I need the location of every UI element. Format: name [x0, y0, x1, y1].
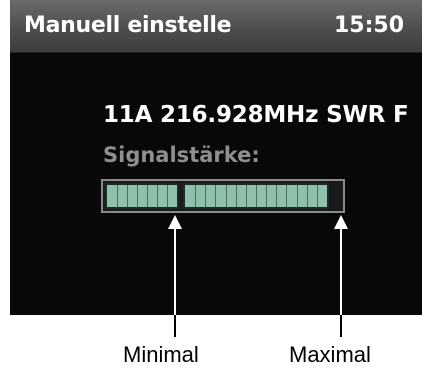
- signal-bar-cell-divider: [167, 185, 168, 207]
- clock: 15:50: [333, 13, 404, 38]
- max-arrow-head: [334, 215, 348, 229]
- signal-strength-bar: [101, 179, 345, 213]
- status-bar: Manuell einstelle 15:50: [10, 0, 422, 53]
- signal-bar-cell-divider: [236, 185, 237, 207]
- signal-bar-cell-divider: [157, 185, 158, 207]
- station-info: 11A 216.928MHz SWR F: [103, 102, 409, 128]
- signal-bar-level-segment: [183, 183, 329, 209]
- signal-bar-cell-divider: [195, 185, 196, 207]
- screen-title: Manuell einstelle: [24, 13, 232, 38]
- signal-bar-cell-divider: [317, 185, 318, 207]
- signal-bar-cell-divider: [246, 185, 247, 207]
- signal-bar-cell-divider: [215, 185, 216, 207]
- signal-bar-cell-divider: [276, 185, 277, 207]
- signal-bar-cell-divider: [127, 185, 128, 207]
- min-arrow-tail: [174, 315, 176, 337]
- signal-bar-cell-divider: [256, 185, 257, 207]
- signal-bar-min-segment: [105, 183, 179, 209]
- signal-bar-cell-divider: [117, 185, 118, 207]
- signal-bar-cell-divider: [137, 185, 138, 207]
- signal-bar-cell-divider: [266, 185, 267, 207]
- max-arrow-tail: [340, 315, 342, 337]
- signal-bar-cell-divider: [205, 185, 206, 207]
- signal-bar-cell-divider: [297, 185, 298, 207]
- max-caption: Maximal: [289, 342, 371, 367]
- min-arrow-line: [174, 228, 176, 315]
- signal-bar-cell-divider: [147, 185, 148, 207]
- signal-bar-cell-divider: [286, 185, 287, 207]
- radio-display: Manuell einstelle 15:50 11A 216.928MHz S…: [10, 0, 422, 315]
- signal-strength-label: Signalstärke:: [103, 143, 260, 167]
- max-arrow-line: [340, 228, 342, 315]
- signal-bar-cell-divider: [307, 185, 308, 207]
- min-caption: Minimal: [123, 342, 199, 367]
- signal-bar-cell-divider: [226, 185, 227, 207]
- min-arrow-head: [168, 215, 182, 229]
